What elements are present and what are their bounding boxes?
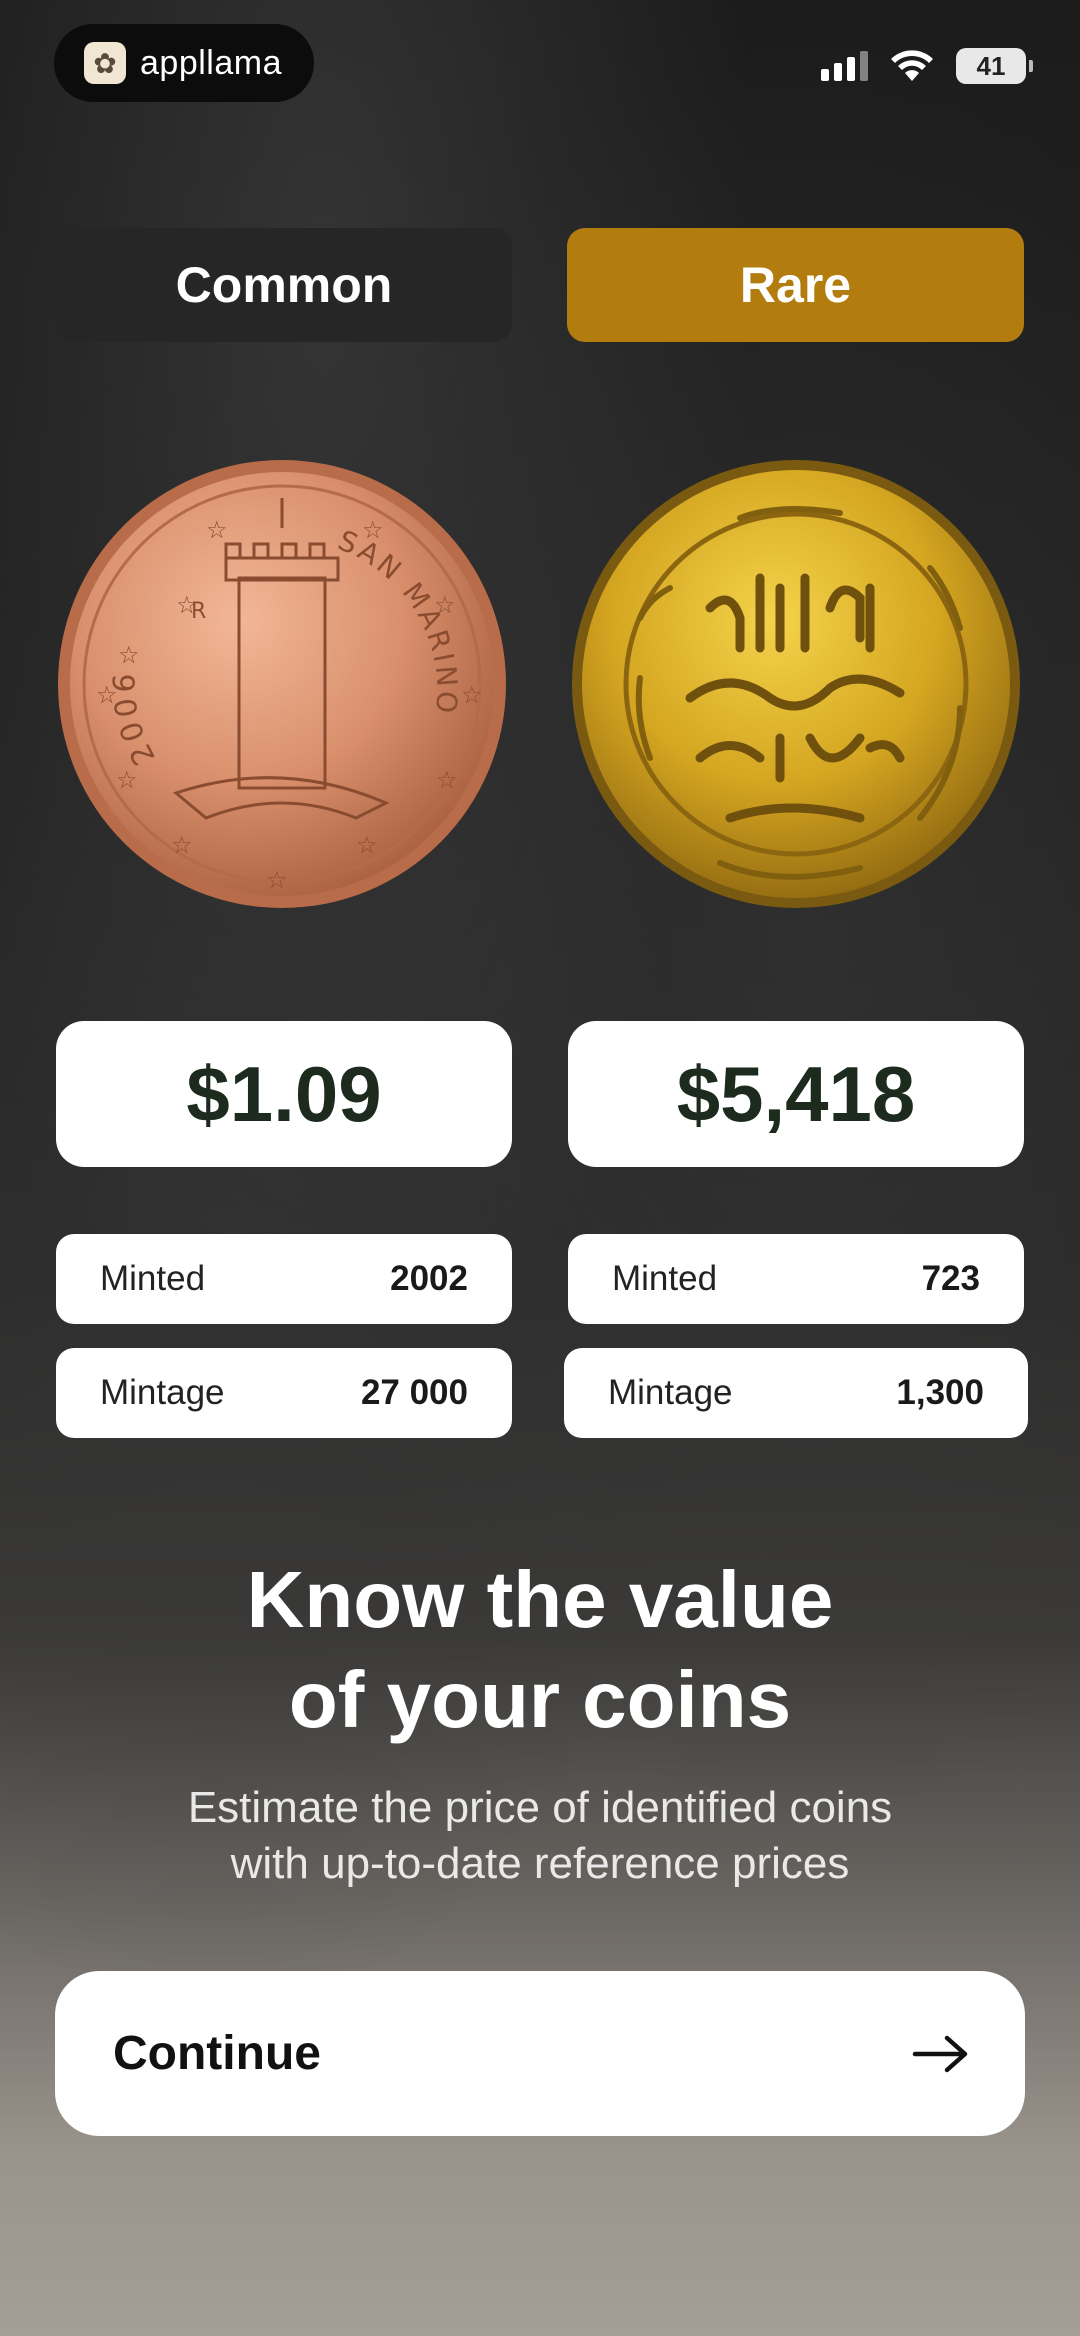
svg-text:☆: ☆ bbox=[266, 866, 288, 894]
arrow-right-icon bbox=[912, 2035, 968, 2072]
page-subtitle-line2: with up-to-date reference prices bbox=[230, 1839, 850, 1888]
svg-text:R: R bbox=[191, 599, 206, 624]
brand-name: appllama bbox=[140, 43, 282, 82]
page-title-line1: Know the value bbox=[246, 1555, 834, 1644]
brand-badge: ✿ appllama bbox=[54, 24, 314, 102]
rare-mintage-value: 1,300 bbox=[896, 1373, 984, 1412]
llama-logo-icon: ✿ bbox=[84, 42, 126, 84]
continue-button[interactable]: Continue bbox=[55, 1971, 1025, 2136]
page-title-line2: of your coins bbox=[288, 1655, 792, 1744]
continue-button-label: Continue bbox=[113, 2027, 321, 2080]
rare-minted-row: Minted 723 bbox=[568, 1234, 1024, 1324]
common-mintage-row: Mintage 27 000 bbox=[56, 1348, 512, 1438]
battery-icon: 41 bbox=[956, 48, 1033, 84]
page-subtitle-line1: Estimate the price of identified coins bbox=[187, 1783, 893, 1832]
rare-minted-label: Minted bbox=[612, 1259, 718, 1298]
page-title: Know the value of your coins bbox=[0, 1550, 1080, 1750]
tab-common[interactable]: Common bbox=[56, 228, 512, 342]
svg-text:☆: ☆ bbox=[116, 766, 138, 794]
svg-text:☆: ☆ bbox=[436, 766, 458, 794]
rare-mintage-row: Mintage 1,300 bbox=[564, 1348, 1028, 1438]
common-price: $1.09 bbox=[186, 1049, 382, 1138]
svg-text:☆: ☆ bbox=[171, 831, 193, 859]
rare-price: $5,418 bbox=[676, 1049, 916, 1138]
page-subtitle: Estimate the price of identified coins w… bbox=[0, 1780, 1080, 1892]
common-price-card: $1.09 bbox=[56, 1021, 512, 1167]
common-mintage-value: 27 000 bbox=[360, 1373, 468, 1412]
battery-level: 41 bbox=[976, 50, 1006, 81]
cellular-signal-icon bbox=[821, 51, 868, 81]
svg-text:☆: ☆ bbox=[356, 831, 378, 859]
status-bar: ✿ appllama 41 bbox=[0, 0, 1080, 130]
common-coin-image: ☆☆ ☆☆ ☆☆ ☆☆ ☆☆ ☆☆ R 2006 SAN MARINO bbox=[58, 460, 506, 908]
tab-rare-label: Rare bbox=[739, 257, 852, 313]
rare-coin-image bbox=[572, 460, 1020, 908]
common-minted-label: Minted bbox=[100, 1259, 206, 1298]
rare-mintage-label: Mintage bbox=[608, 1373, 733, 1412]
common-mintage-label: Mintage bbox=[100, 1373, 225, 1412]
svg-text:☆: ☆ bbox=[206, 516, 228, 544]
tab-common-label: Common bbox=[175, 257, 393, 313]
common-minted-value: 2002 bbox=[390, 1259, 468, 1298]
tab-rare[interactable]: Rare bbox=[567, 228, 1024, 342]
status-icons: 41 bbox=[821, 48, 1033, 84]
svg-text:☆: ☆ bbox=[118, 641, 140, 669]
common-minted-row: Minted 2002 bbox=[56, 1234, 512, 1324]
svg-text:☆: ☆ bbox=[461, 681, 483, 709]
rare-minted-value: 723 bbox=[921, 1259, 980, 1298]
rare-price-card: $5,418 bbox=[568, 1021, 1024, 1167]
wifi-icon bbox=[891, 50, 933, 81]
